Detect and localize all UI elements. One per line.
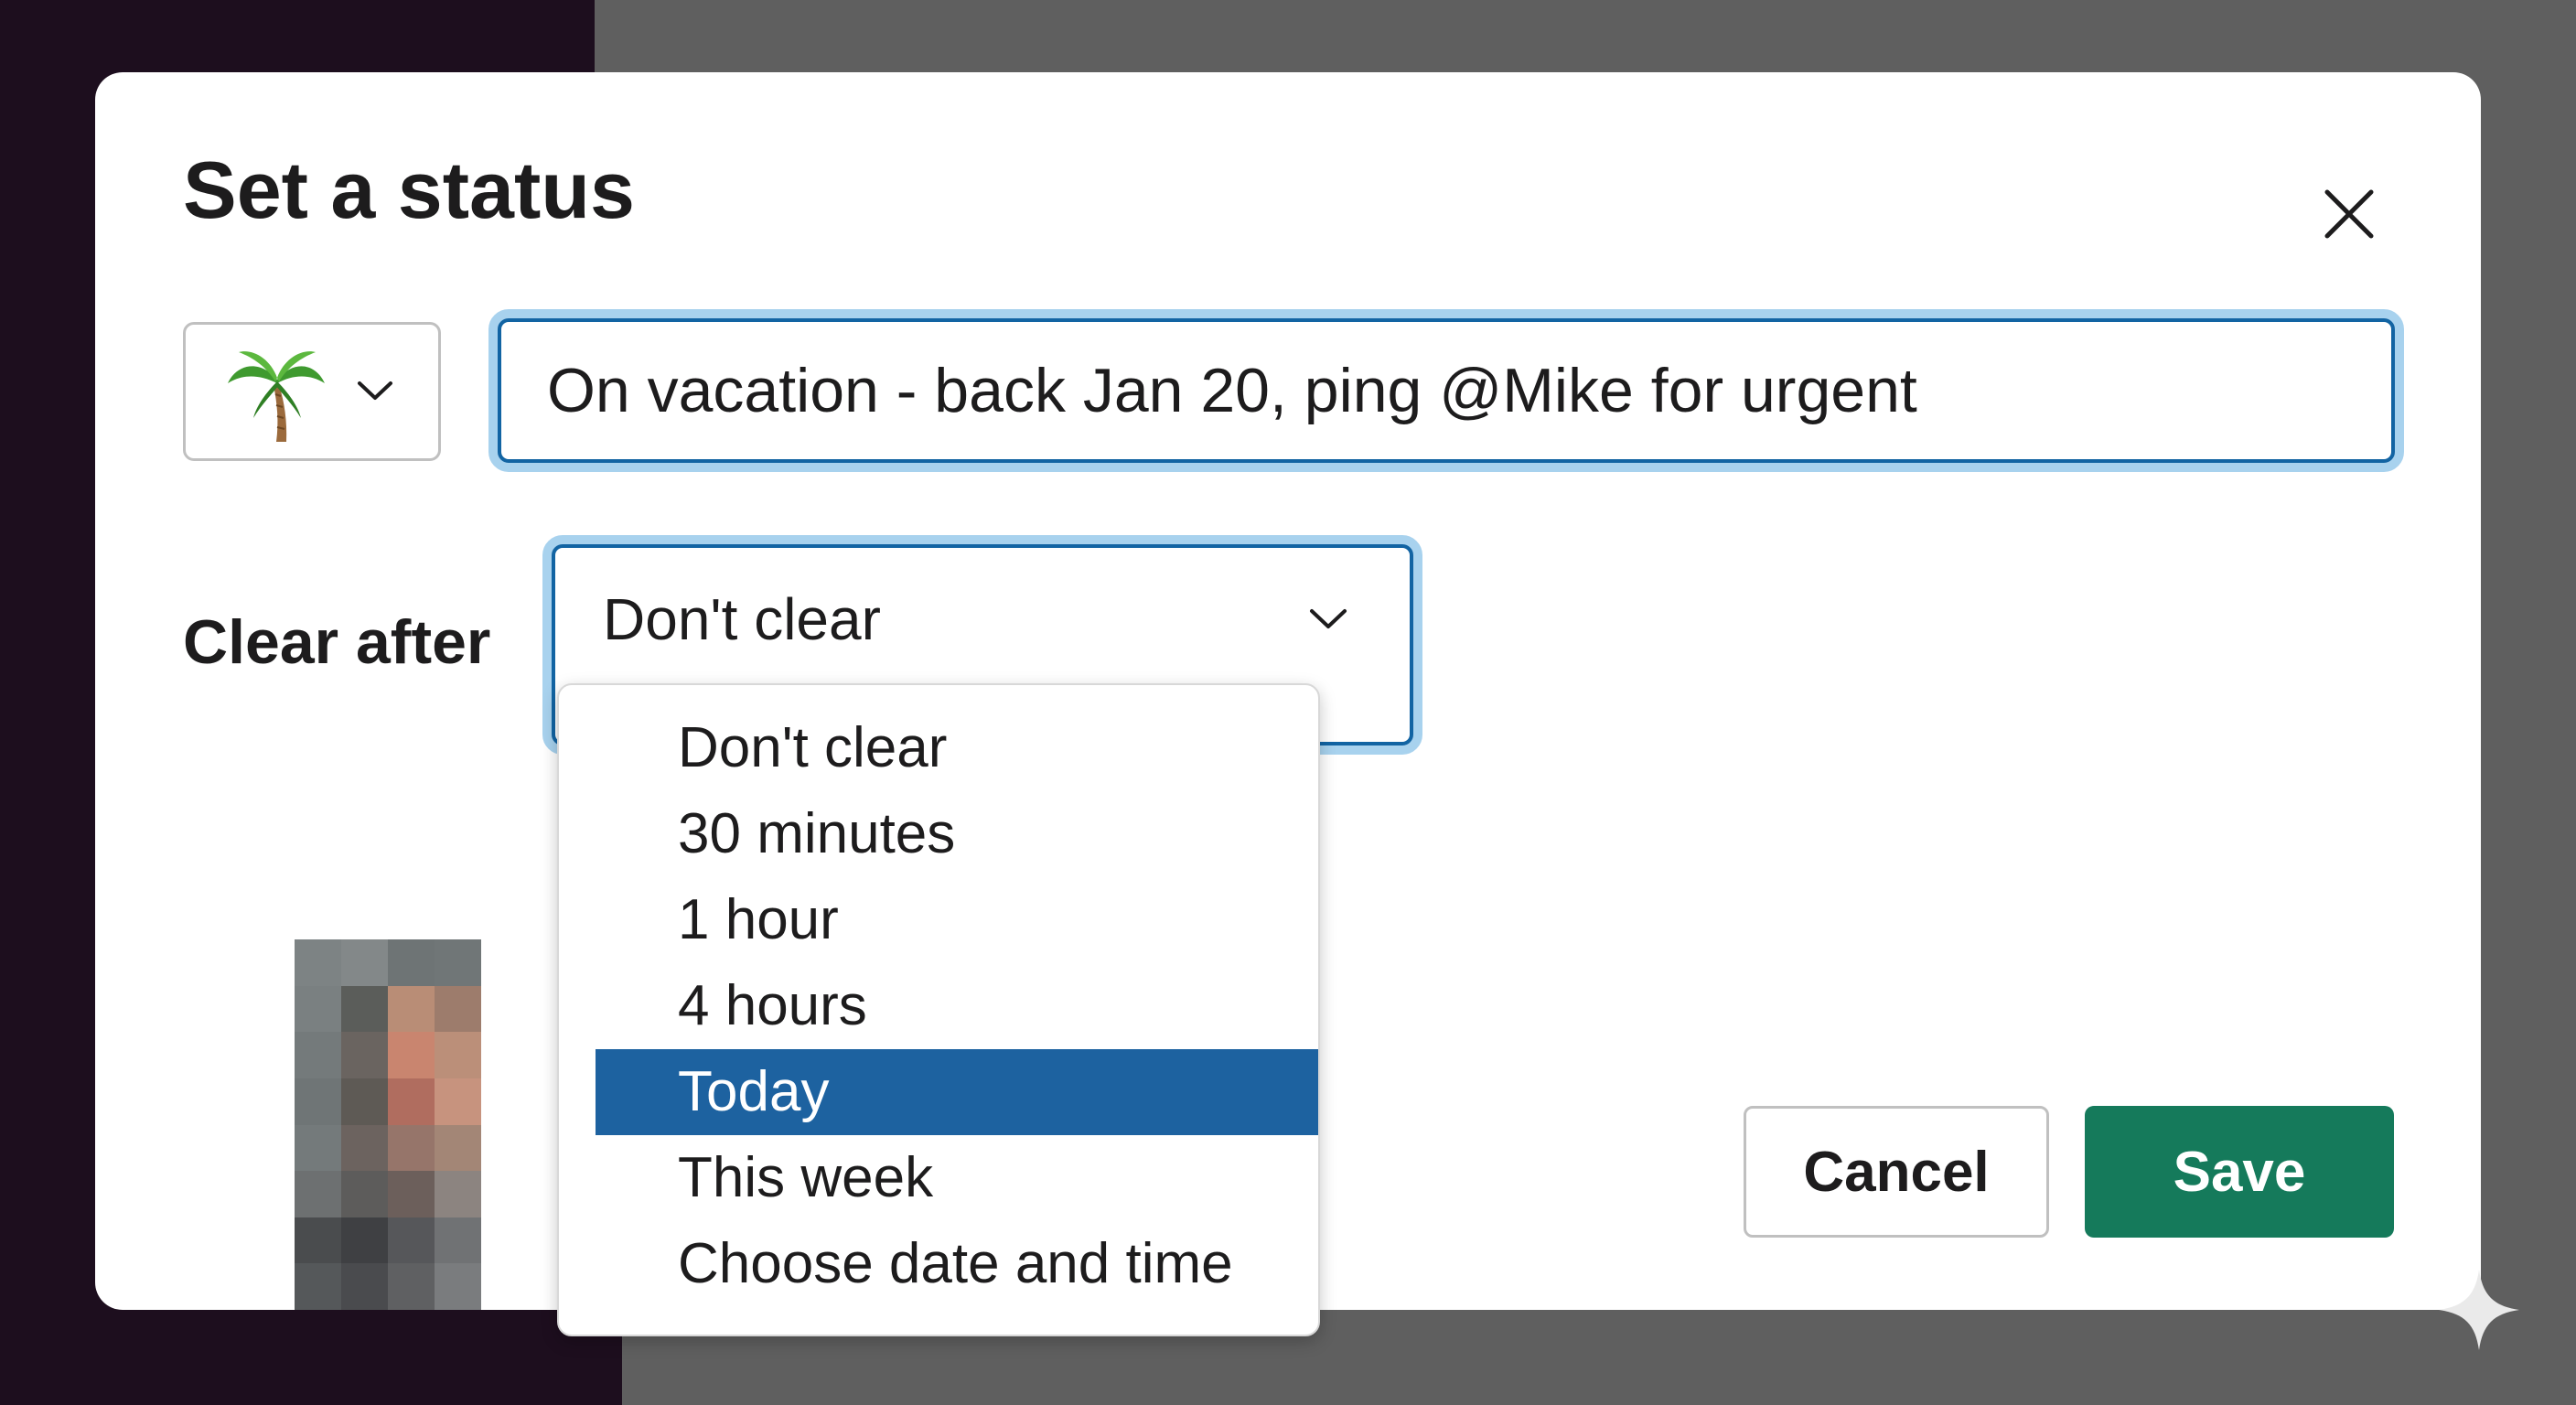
blurred-avatar xyxy=(295,939,481,1310)
dropdown-option-1-hour[interactable]: 1 hour xyxy=(596,877,1318,963)
clear-after-selected-value: Don't clear xyxy=(603,586,881,652)
sparkle-icon xyxy=(2439,1270,2519,1350)
dropdown-option-30-minutes[interactable]: 30 minutes xyxy=(596,791,1318,877)
close-button[interactable] xyxy=(2302,166,2397,262)
dropdown-option-choose-date-and-time[interactable]: Choose date and time xyxy=(596,1221,1318,1307)
status-text-input[interactable] xyxy=(498,318,2395,463)
chevron-down-icon xyxy=(358,381,392,400)
clear-after-dropdown-menu: Don't clear 30 minutes 1 hour 4 hours To… xyxy=(557,683,1320,1336)
emoji-picker-button[interactable] xyxy=(183,322,441,461)
dropdown-option-4-hours[interactable]: 4 hours xyxy=(596,963,1318,1049)
dropdown-option-dont-clear[interactable]: Don't clear xyxy=(596,705,1318,791)
dropdown-option-this-week[interactable]: This week xyxy=(596,1135,1318,1221)
save-button[interactable]: Save xyxy=(2085,1106,2394,1238)
clear-after-label: Clear after xyxy=(183,607,491,677)
chevron-down-icon xyxy=(1310,609,1347,628)
dropdown-option-today[interactable]: Today xyxy=(596,1049,1318,1135)
status-input-focus-ring xyxy=(488,309,2404,472)
palm-tree-icon xyxy=(228,351,325,442)
modal-title: Set a status xyxy=(183,145,635,235)
cancel-button[interactable]: Cancel xyxy=(1744,1106,2049,1238)
close-icon xyxy=(2324,189,2374,239)
